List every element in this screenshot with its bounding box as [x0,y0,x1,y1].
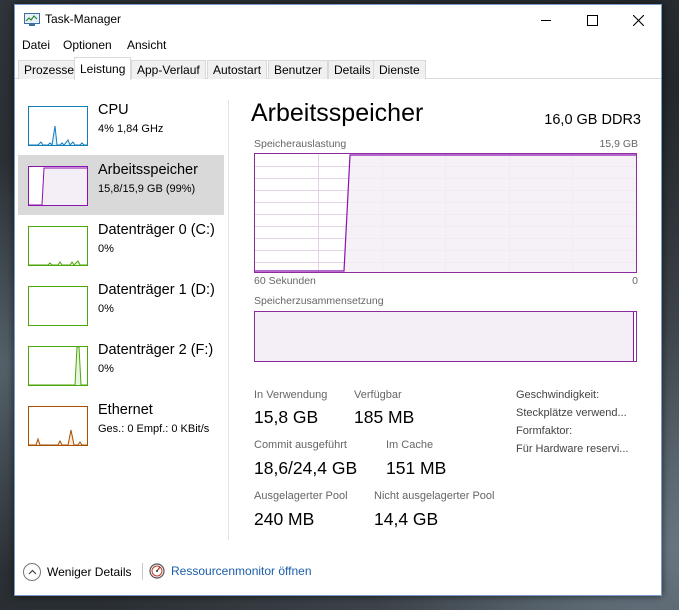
sidebar-item-cpu[interactable]: CPU 4% 1,84 GHz [18,95,224,155]
nonpaged-pool-label: Nicht ausgelagerter Pool [374,490,495,502]
commit-label: Commit ausgeführt [254,439,347,451]
fewer-details-button[interactable]: Weniger Details [23,563,131,581]
resource-monitor-icon [149,563,165,579]
paged-pool-value: 240 MB [254,509,315,529]
window-title: Task-Manager [45,12,122,26]
resource-monitor-label: Ressourcenmonitor öffnen [171,564,312,578]
tab-autostart[interactable]: Autostart [207,60,268,79]
tab-strip: Prozesse Leistung App-Verlauf Autostart … [15,57,661,80]
in-use-label: In Verwendung [254,389,328,401]
paged-pool-label: Ausgelagerter Pool [254,490,348,502]
tab-details[interactable]: Details [328,60,377,79]
memory-thumbnail-graph [28,166,88,206]
minimize-button[interactable] [523,5,569,35]
panel-divider [228,100,229,540]
tab-dienste[interactable]: Dienste [373,60,426,79]
sidebar-item-subtitle: 4% 1,84 GHz [98,123,164,135]
memory-usage-graph [254,153,637,273]
sidebar-item-title: Arbeitsspeicher [98,162,198,178]
cached-value: 151 MB [386,458,447,478]
page-title: Arbeitsspeicher [251,99,424,127]
performance-content: CPU 4% 1,84 GHz Arbeitsspeicher 15,8/15,… [15,80,661,550]
usage-graph-label: Speicherauslastung [254,138,347,150]
footer-divider [142,563,143,580]
usage-graph-time-label: 60 Sekunden [254,275,316,287]
sidebar-item-title: CPU [98,102,129,118]
menu-ansicht[interactable]: Ansicht [127,38,166,52]
task-manager-window: Task-Manager Datei Optionen Ansicht Proz… [14,4,662,596]
fewer-details-label: Weniger Details [47,565,132,579]
memory-spec: 16,0 GB DDR3 [544,112,641,128]
minimize-icon [541,20,551,21]
sidebar-item-subtitle: Ges.: 0 Empf.: 0 KBit/s [98,423,210,435]
cached-label: Im Cache [386,439,434,451]
maximize-icon [586,14,598,26]
sidebar-item-disk-c[interactable]: Datenträger 0 (C:) 0% [18,215,224,275]
resource-monitor-link[interactable]: Ressourcenmonitor öffnen [149,563,312,579]
maximize-button[interactable] [569,5,615,35]
sidebar-item-subtitle: 15,8/15,9 GB (99%) [98,183,196,195]
resource-sidebar: CPU 4% 1,84 GHz Arbeitsspeicher 15,8/15,… [15,80,227,550]
sidebar-item-subtitle: 0% [98,303,114,315]
disk-c-thumbnail-graph [28,226,88,266]
nonpaged-pool-value: 14,4 GB [374,509,439,529]
available-value: 185 MB [354,407,415,427]
commit-value: 18,6/24,4 GB [254,458,358,478]
chevron-up-icon [23,563,41,581]
sidebar-item-disk-f[interactable]: Datenträger 2 (F:) 0% [18,335,224,395]
tab-leistung[interactable]: Leistung [74,57,132,80]
tab-benutzer[interactable]: Benutzer [268,60,329,79]
sidebar-item-ethernet[interactable]: Ethernet Ges.: 0 Empf.: 0 KBit/s [18,395,224,455]
menu-bar: Datei Optionen Ansicht [15,35,661,57]
tab-app-verlauf[interactable]: App-Verlauf [131,60,206,79]
disk-d-thumbnail-graph [28,286,88,326]
sidebar-item-title: Datenträger 2 (F:) [98,342,214,358]
in-use-value: 15,8 GB [254,407,319,427]
form-factor-label: Formfaktor: [516,425,573,437]
cpu-thumbnail-graph [28,106,88,146]
sidebar-item-memory[interactable]: Arbeitsspeicher 15,8/15,9 GB (99%) [18,155,224,215]
disk-f-thumbnail-graph [28,346,88,386]
sidebar-item-disk-d[interactable]: Datenträger 1 (D:) 0% [18,275,224,335]
memory-detail-panel: Arbeitsspeicher 16,0 GB DDR3 Speicheraus… [251,80,641,550]
sidebar-item-subtitle: 0% [98,243,114,255]
sidebar-item-title: Datenträger 1 (D:) [98,282,215,298]
menu-datei[interactable]: Datei [22,38,50,52]
sidebar-item-title: Ethernet [98,402,153,418]
hardware-reserved-label: Für Hardware reservi... [516,443,629,455]
sidebar-item-title: Datenträger 0 (C:) [98,222,215,238]
available-label: Verfügbar [354,389,402,401]
sidebar-item-subtitle: 0% [98,363,114,375]
footer-bar: Weniger Details Ressourcenmonitor öffnen [15,555,661,595]
menu-optionen[interactable]: Optionen [63,38,112,52]
usage-graph-max: 15,9 GB [599,138,638,150]
composition-label: Speicherzusammensetzung [254,295,384,307]
task-manager-app-icon [24,13,40,26]
usage-graph-zero-label: 0 [632,275,638,287]
tab-prozesse[interactable]: Prozesse [18,60,81,79]
close-icon [632,14,644,26]
memory-composition-bar [254,311,637,362]
ethernet-thumbnail-graph [28,406,88,446]
title-bar[interactable]: Task-Manager [15,5,661,35]
speed-label: Geschwindigkeit: [516,389,600,401]
close-button[interactable] [615,5,661,35]
slots-label: Steckplätze verwend... [516,407,627,419]
